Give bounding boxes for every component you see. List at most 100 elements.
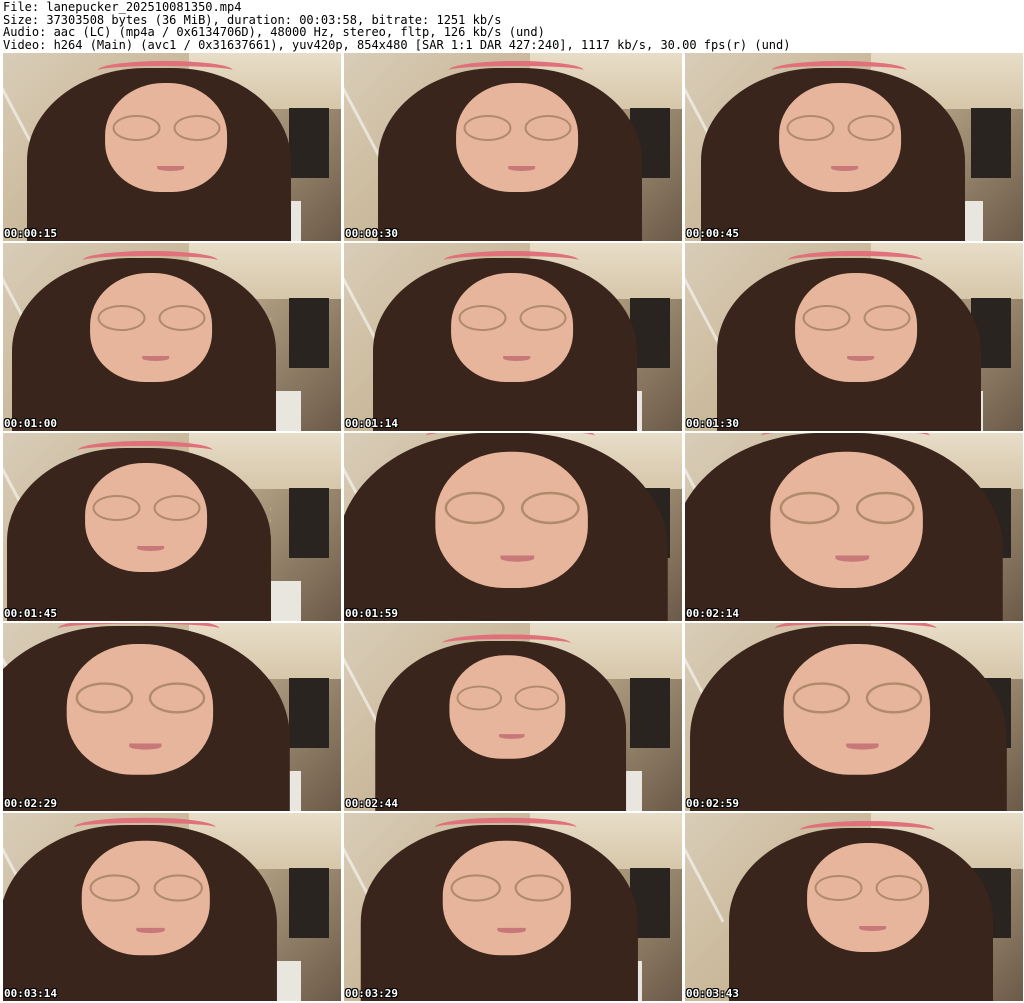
glasses xyxy=(458,305,567,332)
mouth xyxy=(500,555,535,563)
left-lens xyxy=(444,491,505,525)
left-lens xyxy=(786,115,835,142)
person xyxy=(349,243,682,431)
right-lens xyxy=(158,305,206,332)
video-thumbnail: 00:00:15 xyxy=(3,53,341,241)
mouth xyxy=(503,355,531,362)
glasses xyxy=(450,874,565,903)
video-thumbnail: 00:02:14 xyxy=(685,433,1023,621)
timestamp-label: 00:02:44 xyxy=(345,797,398,810)
timestamp-label: 00:03:43 xyxy=(686,987,739,1000)
glasses xyxy=(792,682,923,714)
video-thumbnail: 00:00:45 xyxy=(685,53,1023,241)
mouth xyxy=(136,927,165,934)
left-lens xyxy=(75,682,133,714)
cat-ear-headband xyxy=(82,250,218,270)
person xyxy=(3,433,321,621)
glasses xyxy=(802,305,911,332)
cat-ear-headband xyxy=(97,60,233,80)
timestamp-label: 00:01:14 xyxy=(345,417,398,430)
right-lens xyxy=(865,682,923,714)
timestamp-label: 00:01:30 xyxy=(686,417,739,430)
person xyxy=(685,433,1023,621)
glasses xyxy=(786,115,895,142)
cat-ear-headband xyxy=(73,817,216,837)
glasses xyxy=(463,115,572,142)
cat-ear-headband xyxy=(771,60,907,80)
cat-ear-headband xyxy=(426,433,595,447)
right-lens xyxy=(153,495,201,522)
glasses xyxy=(75,682,206,714)
mouth xyxy=(142,355,170,362)
timestamp-label: 00:03:29 xyxy=(345,987,398,1000)
left-lens xyxy=(456,685,502,711)
video-line: Video: h264 (Main) (avc1 / 0x31637661), … xyxy=(3,37,791,52)
thumbnail-grid: 00:00:15 00:00:30 00:00:45 00:01:00 00:01:14… xyxy=(3,53,1023,1001)
mouth xyxy=(831,165,859,172)
right-lens xyxy=(520,491,580,525)
person xyxy=(705,813,1023,1001)
left-lens xyxy=(92,495,141,522)
video-thumbnail: 00:01:45 xyxy=(3,433,341,621)
timestamp-label: 00:02:59 xyxy=(686,797,739,810)
right-lens xyxy=(863,305,911,332)
timestamp-label: 00:00:30 xyxy=(345,227,398,240)
person xyxy=(685,623,1023,811)
glasses xyxy=(112,115,221,142)
right-lens xyxy=(519,305,567,332)
glasses xyxy=(444,491,580,525)
cat-ear-headband xyxy=(448,60,584,80)
video-thumbnail: 00:02:29 xyxy=(3,623,341,811)
person xyxy=(344,813,682,1001)
mouth xyxy=(859,925,887,932)
mouth xyxy=(129,743,162,751)
glasses xyxy=(89,874,204,903)
cat-ear-headband xyxy=(775,623,937,640)
right-lens xyxy=(524,115,572,142)
video-thumbnail: 00:03:29 xyxy=(344,813,682,1001)
mouth xyxy=(835,555,870,563)
person xyxy=(352,627,673,811)
right-lens xyxy=(855,491,915,525)
person xyxy=(354,53,682,241)
glasses xyxy=(779,491,915,525)
left-lens xyxy=(89,874,140,903)
left-lens xyxy=(450,874,501,903)
person xyxy=(693,243,1023,431)
mouth xyxy=(508,165,536,172)
video-thumbnail: 00:01:14 xyxy=(344,243,682,431)
left-lens xyxy=(97,305,146,332)
cat-ear-headband xyxy=(442,633,571,652)
timestamp-label: 00:01:59 xyxy=(345,607,398,620)
cat-ear-headband xyxy=(77,440,213,460)
person xyxy=(3,53,341,241)
mouth xyxy=(847,355,875,362)
timestamp-label: 00:00:15 xyxy=(4,227,57,240)
mouth xyxy=(497,927,526,934)
left-lens xyxy=(112,115,161,142)
video-thumbnail: 00:01:59 xyxy=(344,433,682,621)
cat-ear-headband xyxy=(443,250,579,270)
glasses xyxy=(92,495,201,522)
video-thumbnail: 00:00:30 xyxy=(344,53,682,241)
timestamp-label: 00:00:45 xyxy=(686,227,739,240)
mouth xyxy=(157,165,185,172)
mouth xyxy=(137,545,165,552)
person xyxy=(3,243,326,431)
file-name-line: File: lanepucker_202510081350.mp4 xyxy=(3,0,242,14)
video-thumbnail: 00:01:30 xyxy=(685,243,1023,431)
video-thumbnail: 00:02:59 xyxy=(685,623,1023,811)
right-lens xyxy=(847,115,895,142)
left-lens xyxy=(458,305,507,332)
left-lens xyxy=(814,875,863,902)
video-thumbnail: 00:03:14 xyxy=(3,813,341,1001)
mouth xyxy=(498,733,525,740)
cat-ear-headband xyxy=(434,817,577,837)
right-lens xyxy=(875,875,923,902)
cat-ear-headband xyxy=(787,250,923,270)
person xyxy=(3,813,329,1001)
person xyxy=(685,53,1015,241)
person xyxy=(344,433,682,621)
right-lens xyxy=(173,115,221,142)
video-thumbnail: 00:01:00 xyxy=(3,243,341,431)
